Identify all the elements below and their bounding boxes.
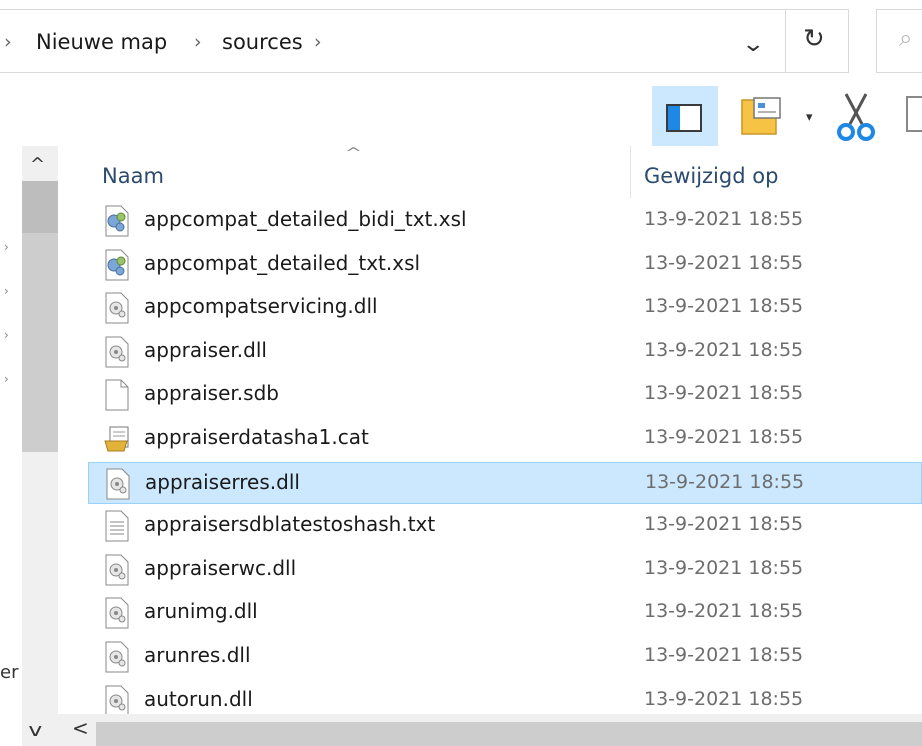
blank-file-icon xyxy=(104,379,130,411)
address-bar[interactable]: › Nieuwe map › sources › ⌄ xyxy=(0,9,786,73)
breadcrumb-separator[interactable]: › xyxy=(194,31,202,53)
file-name[interactable]: appraiserres.dll xyxy=(145,470,300,494)
column-header-date-modified[interactable]: Gewijzigd op xyxy=(644,164,778,188)
xsl-icon xyxy=(104,205,130,237)
navigation-scrollbar-thumb[interactable] xyxy=(22,200,58,452)
expand-chevron-icon[interactable]: › xyxy=(4,240,9,254)
file-row[interactable]: appcompat_detailed_bidi_txt.xsl 13-9-2021… xyxy=(88,200,922,242)
dll-icon xyxy=(104,292,130,324)
search-box[interactable]: ⌕ xyxy=(876,9,922,73)
details-pane-button[interactable] xyxy=(652,86,718,146)
file-date-modified: 13-9-2021 18:55 xyxy=(644,295,804,318)
dll-icon xyxy=(104,685,130,717)
file-row[interactable]: appraisersdblatestoshash.txt 13-9-2021 18… xyxy=(88,505,922,547)
file-date-modified: 13-9-2021 18:55 xyxy=(644,251,804,274)
new-item-dropdown-icon[interactable]: ▾ xyxy=(806,110,813,125)
dll-icon xyxy=(104,336,130,368)
toolbar: ▾ xyxy=(0,84,922,146)
file-name[interactable]: appcompat_detailed_txt.xsl xyxy=(144,251,420,275)
file-name[interactable]: appcompat_detailed_bidi_txt.xsl xyxy=(144,207,467,231)
scroll-up-arrow-icon[interactable]: ^ xyxy=(30,154,45,175)
xsl-icon xyxy=(104,249,130,281)
dll-icon xyxy=(104,641,130,673)
file-date-modified: 13-9-2021 18:55 xyxy=(644,513,804,536)
details-pane-icon xyxy=(666,104,702,132)
file-name[interactable]: appraisersdblatestoshash.txt xyxy=(144,512,435,536)
address-history-dropdown-icon[interactable]: ⌄ xyxy=(741,32,765,57)
breadcrumb-separator[interactable]: › xyxy=(4,31,12,53)
cut-icon[interactable] xyxy=(832,90,880,142)
scroll-down-arrow-icon[interactable]: v xyxy=(28,720,42,741)
expand-chevron-icon[interactable]: › xyxy=(4,372,9,386)
dll-icon xyxy=(104,554,130,586)
file-row[interactable]: appraiser.sdb 13-9-2021 18:55 xyxy=(88,374,922,416)
breadcrumb-item-nieuwe-map[interactable]: Nieuwe map xyxy=(36,30,167,54)
file-name[interactable]: appraiser.dll xyxy=(144,338,267,362)
file-name[interactable]: appraiserwc.dll xyxy=(144,556,296,580)
dll-icon xyxy=(105,468,131,500)
column-header-name[interactable]: Naam xyxy=(102,164,164,188)
expand-chevron-icon[interactable]: › xyxy=(4,328,9,342)
breadcrumb-separator[interactable]: › xyxy=(314,31,322,53)
horizontal-scrollbar-thumb[interactable] xyxy=(96,722,922,746)
file-date-modified: 13-9-2021 18:55 xyxy=(644,687,804,710)
file-row[interactable]: appcompatservicing.dll 13-9-2021 18:55 xyxy=(88,287,922,329)
file-row[interactable]: arunimg.dll 13-9-2021 18:55 xyxy=(88,592,922,634)
scroll-left-arrow-icon[interactable]: < xyxy=(72,716,89,740)
column-divider[interactable] xyxy=(630,146,631,198)
file-row[interactable]: arunres.dll 13-9-2021 18:55 xyxy=(88,636,922,678)
breadcrumb-item-sources[interactable]: sources xyxy=(222,30,303,54)
file-name[interactable]: autorun.dll xyxy=(144,687,253,711)
new-item-icon[interactable] xyxy=(740,96,784,136)
dll-icon xyxy=(104,597,130,629)
file-date-modified: 13-9-2021 18:55 xyxy=(644,600,804,623)
file-date-modified: 13-9-2021 18:55 xyxy=(644,426,804,448)
search-icon: ⌕ xyxy=(899,24,913,52)
file-date-modified: 13-9-2021 18:55 xyxy=(645,470,805,493)
file-row[interactable]: appraiser.dll 13-9-2021 18:55 xyxy=(88,331,922,373)
expand-chevron-icon[interactable]: › xyxy=(4,284,9,298)
file-name[interactable]: appcompatservicing.dll xyxy=(144,294,378,318)
file-name[interactable]: arunimg.dll xyxy=(144,599,258,623)
file-row[interactable]: appraiserres.dll 13-9-2021 18:55 xyxy=(88,461,922,504)
navigation-scrollbar-thumb-top xyxy=(22,181,58,233)
refresh-icon: ↻ xyxy=(803,24,825,54)
sort-indicator-icon: ^ xyxy=(344,146,363,161)
file-date-modified: 13-9-2021 18:55 xyxy=(644,338,804,361)
file-name[interactable]: appraiserdatasha1.cat xyxy=(144,425,369,449)
refresh-button[interactable]: ↻ xyxy=(786,9,849,73)
file-name[interactable]: appraiser.sdb xyxy=(144,381,279,405)
file-list: ^ Naam Gewijzigd op appcompat_detailed_b… xyxy=(58,146,922,717)
file-row[interactable]: appraiserwc.dll 13-9-2021 18:55 xyxy=(88,549,922,591)
copy-path-icon[interactable] xyxy=(906,96,922,132)
file-date-modified: 13-9-2021 18:55 xyxy=(644,556,804,579)
file-date-modified: 13-9-2021 18:55 xyxy=(644,208,804,230)
address-row: › Nieuwe map › sources › ⌄ ↻ ⌕ xyxy=(0,0,922,84)
file-row[interactable]: appcompat_detailed_txt.xsl 13-9-2021 18:5… xyxy=(88,244,922,286)
file-date-modified: 13-9-2021 18:55 xyxy=(644,644,804,666)
file-name[interactable]: arunres.dll xyxy=(144,643,251,667)
text-file-icon xyxy=(104,510,130,542)
file-date-modified: 13-9-2021 18:55 xyxy=(644,382,804,405)
nav-item-label[interactable]: er xyxy=(0,662,18,683)
cat-icon xyxy=(104,423,130,455)
file-row[interactable]: appraiserdatasha1.cat 13-9-2021 18:55 xyxy=(88,418,922,460)
